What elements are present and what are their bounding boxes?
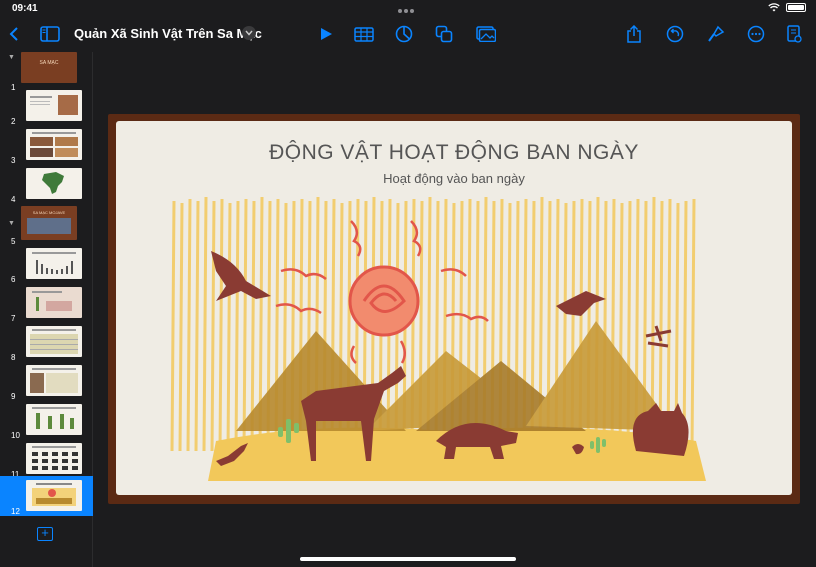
multitask-dots-icon[interactable] bbox=[398, 5, 418, 13]
desert-illustration[interactable] bbox=[116, 121, 792, 495]
status-bar: 09:41 bbox=[0, 0, 816, 16]
thumbnail-image bbox=[26, 404, 82, 435]
slide-number: 2 bbox=[11, 117, 16, 126]
play-icon[interactable] bbox=[314, 22, 338, 46]
sun bbox=[348, 265, 420, 337]
slide-frame: ĐỘNG VẬT HOẠT ĐỘNG BAN NGÀY Hoạt động và… bbox=[108, 114, 800, 504]
thumbnail-image bbox=[26, 248, 82, 279]
slide-thumbnail-3[interactable]: 3 bbox=[0, 129, 93, 165]
slide-thumbnail-1[interactable]: ▼ SA MẠC 1 bbox=[0, 52, 93, 92]
slide-number: 12 bbox=[11, 507, 20, 516]
document-icon[interactable] bbox=[782, 22, 806, 46]
home-indicator[interactable] bbox=[300, 557, 516, 561]
undo-icon[interactable] bbox=[663, 22, 687, 46]
chart-icon[interactable] bbox=[392, 22, 416, 46]
table-icon[interactable] bbox=[352, 22, 376, 46]
wifi-icon bbox=[768, 3, 780, 12]
slide-number: 4 bbox=[11, 195, 16, 204]
toolbar: Quản Xã Sinh Vật Trên Sa Mạc bbox=[0, 16, 816, 52]
slide-thumbnail-8[interactable]: 8 bbox=[0, 326, 93, 362]
slide-thumbnail-11[interactable]: 11 bbox=[0, 443, 93, 479]
slide-canvas: ĐỘNG VẬT HOẠT ĐỘNG BAN NGÀY Hoạt động và… bbox=[94, 52, 816, 567]
document-title[interactable]: Quản Xã Sinh Vật Trên Sa Mạc bbox=[74, 26, 262, 41]
thumbnail-label: SA MẠC bbox=[39, 60, 59, 66]
thumbnail-image bbox=[26, 365, 82, 396]
thumbnail-image bbox=[26, 168, 82, 199]
back-icon[interactable] bbox=[2, 22, 26, 46]
shapes-icon[interactable] bbox=[432, 22, 456, 46]
sidebar-icon[interactable] bbox=[38, 22, 62, 46]
share-icon[interactable] bbox=[622, 22, 646, 46]
format-icon[interactable] bbox=[704, 22, 728, 46]
disclosure-icon[interactable]: ▼ bbox=[8, 54, 15, 61]
slide-thumbnail-12[interactable]: 12 bbox=[0, 476, 93, 516]
slide-thumbnail-6[interactable]: 6 bbox=[0, 248, 93, 284]
thumbnail-image bbox=[26, 129, 82, 160]
status-time: 09:41 bbox=[12, 3, 38, 14]
slide-thumbnail-5[interactable]: ▼ SA MẠC MOJAVE 5 bbox=[0, 206, 93, 246]
thumbnail-label: SA MẠC MOJAVE bbox=[32, 210, 66, 215]
media-icon[interactable] bbox=[474, 22, 498, 46]
disclosure-icon[interactable]: ▼ bbox=[8, 220, 15, 227]
chevron-down-icon[interactable] bbox=[242, 26, 256, 40]
slide-number: 3 bbox=[11, 156, 16, 165]
current-slide[interactable]: ĐỘNG VẬT HOẠT ĐỘNG BAN NGÀY Hoạt động và… bbox=[116, 121, 792, 495]
slide-number: 7 bbox=[11, 314, 16, 323]
thumbnail-image bbox=[26, 443, 82, 474]
more-icon[interactable] bbox=[744, 22, 768, 46]
slide-thumbnail-7[interactable]: 7 bbox=[0, 287, 93, 323]
thumbnail-image bbox=[26, 480, 82, 511]
slide-number: 5 bbox=[11, 237, 16, 246]
battery-icon bbox=[786, 3, 806, 12]
slide-thumbnail-9[interactable]: 9 bbox=[0, 365, 93, 401]
thumbnail-image bbox=[26, 287, 82, 318]
thumbnail-image bbox=[26, 326, 82, 357]
thumbnail-image bbox=[26, 90, 82, 121]
slide-number: 10 bbox=[11, 431, 20, 440]
slide-navigator: ▼ SA MẠC 1 2 3 4 ▼ SA MẠC MOJAVE 5 6 7 8… bbox=[0, 52, 93, 567]
slide-thumbnail-2[interactable]: 2 bbox=[0, 90, 93, 126]
slide-thumbnail-10[interactable]: 10 bbox=[0, 404, 93, 440]
slide-number: 9 bbox=[11, 392, 16, 401]
thumbnail-image: SA MẠC bbox=[21, 52, 77, 83]
slide-thumbnail-4[interactable]: 4 bbox=[0, 168, 93, 204]
slide-number: 6 bbox=[11, 275, 16, 284]
dragonfly bbox=[645, 325, 672, 348]
add-slide-button[interactable]: + bbox=[37, 526, 53, 541]
slide-number: 8 bbox=[11, 353, 16, 362]
thumbnail-image: SA MẠC MOJAVE bbox=[21, 206, 77, 240]
